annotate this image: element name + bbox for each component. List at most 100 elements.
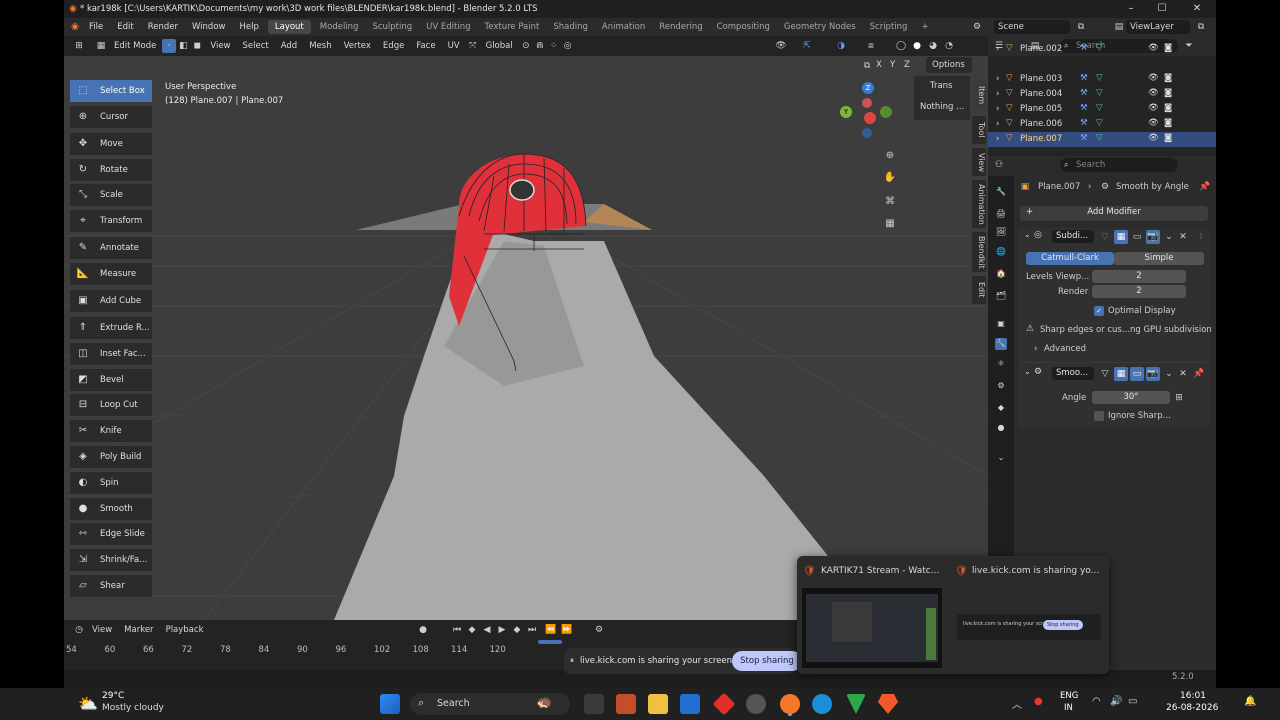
optimal-display-checkbox[interactable]: ✓ bbox=[1094, 306, 1104, 316]
expand-chevron-icon[interactable]: › bbox=[996, 119, 999, 129]
side-tab-item[interactable]: Item bbox=[972, 80, 986, 110]
timeline-marker-menu[interactable]: Marker bbox=[118, 620, 159, 640]
blender-menu-icon[interactable]: ◉ bbox=[68, 20, 82, 34]
timeline-playback-menu[interactable]: Playback bbox=[160, 620, 210, 640]
stop-sharing-button[interactable]: Stop sharing bbox=[732, 651, 802, 671]
mode-dropdown[interactable]: Edit Mode bbox=[108, 36, 162, 56]
tab-shading[interactable]: Shading bbox=[546, 18, 595, 36]
tab-uv-editing[interactable]: UV Editing bbox=[419, 18, 477, 36]
grid-view-icon[interactable]: ▦ bbox=[882, 216, 898, 232]
maximize-button[interactable]: ☐ bbox=[1147, 0, 1177, 18]
next-marker-icon[interactable]: ⏩ bbox=[560, 623, 574, 637]
render-camera-icon[interactable]: ◙ bbox=[1164, 73, 1172, 83]
tab-texture-paint[interactable]: Texture Paint bbox=[478, 18, 547, 36]
physics-tab-icon[interactable]: ⚙ bbox=[995, 380, 1007, 392]
blender-taskbar-icon[interactable] bbox=[780, 694, 800, 714]
levels-viewport-field[interactable]: 2 bbox=[1092, 270, 1186, 283]
modifier-tab-icon[interactable]: 🔧 bbox=[995, 338, 1007, 350]
outliner-row[interactable]: › ▽ Plane.005 ⚒ ▽ 👁 ◙ bbox=[988, 102, 1216, 117]
expand-chevron-icon[interactable]: › bbox=[996, 89, 999, 99]
play-reverse-icon[interactable]: ◀ bbox=[480, 623, 494, 637]
task-view-icon[interactable] bbox=[584, 694, 604, 714]
weather-temperature[interactable]: 29°C bbox=[102, 691, 124, 701]
tab-sculpting[interactable]: Sculpting bbox=[365, 18, 419, 36]
new-view-layer-icon[interactable]: ⧉ bbox=[1194, 20, 1208, 34]
render-levels-field[interactable]: 2 bbox=[1092, 285, 1186, 298]
wireframe-shading-icon[interactable]: ◯ bbox=[894, 39, 908, 53]
side-tab-tool[interactable]: Tool bbox=[972, 116, 986, 144]
menu-view[interactable]: View bbox=[204, 36, 236, 56]
timeline-editor-icon[interactable]: ◷ bbox=[72, 623, 86, 637]
notifications-icon[interactable]: 🔔 bbox=[1244, 696, 1256, 707]
ignore-sharp-checkbox[interactable] bbox=[1094, 411, 1104, 421]
visibility-eye-icon[interactable]: 👁 bbox=[1148, 73, 1159, 83]
tool-smooth[interactable]: ● Smooth bbox=[70, 497, 152, 520]
tool-edge-slide[interactable]: ⇿ Edge Slide bbox=[70, 523, 152, 546]
smooth-name-field[interactable]: Smoo... bbox=[1052, 367, 1094, 380]
snap-icon[interactable]: ⋒ bbox=[533, 39, 547, 53]
view-layer-selector[interactable]: ViewLayer bbox=[1126, 20, 1190, 34]
properties-editor-icon[interactable]: ⚇ bbox=[992, 158, 1006, 172]
vertex-select-icon[interactable]: ⋅ bbox=[162, 39, 177, 53]
smooth-cage-icon[interactable]: ▦ bbox=[1114, 367, 1128, 381]
pivot-point-icon[interactable]: ⊙ bbox=[519, 39, 533, 53]
mesh-data-icon[interactable]: ▽ bbox=[1096, 73, 1103, 83]
jump-end-icon[interactable]: ⏭ bbox=[525, 623, 539, 637]
menu-mesh[interactable]: Mesh bbox=[303, 36, 337, 56]
tray-chevron-icon[interactable]: ︿ bbox=[1012, 696, 1022, 711]
transform-orientation-dropdown[interactable]: Global bbox=[480, 36, 519, 56]
tool-cursor[interactable]: ⊕ Cursor bbox=[70, 105, 152, 128]
volume-icon[interactable]: 🔊 bbox=[1110, 696, 1122, 707]
modifier-wrench-icon[interactable]: ⚒ bbox=[1080, 118, 1088, 128]
tool-add-cube[interactable]: ▣ Add Cube bbox=[70, 289, 152, 312]
gizmo-icon[interactable]: ⇱ bbox=[800, 39, 814, 53]
edit-mode-toggle-icon[interactable]: ▽ bbox=[1098, 230, 1112, 244]
solid-shading-icon[interactable]: ● bbox=[910, 39, 924, 53]
y-negative-axis-icon[interactable] bbox=[862, 98, 872, 108]
tool-spin[interactable]: ◐ Spin bbox=[70, 471, 152, 494]
wifi-icon[interactable]: ◠ bbox=[1092, 696, 1101, 707]
editor-type-icon[interactable]: ⊞ bbox=[72, 39, 86, 53]
render-tab-icon[interactable]: 🖨 bbox=[995, 208, 1007, 220]
preview-thumbnail-1[interactable] bbox=[802, 588, 942, 668]
tool-loop-cut[interactable]: ⊟ Loop Cut bbox=[70, 394, 152, 417]
weather-icon[interactable]: ⛅ bbox=[78, 694, 98, 713]
tool-knife[interactable]: ✂ Knife bbox=[70, 420, 152, 443]
simple-button[interactable]: Simple bbox=[1114, 252, 1204, 265]
menu-select[interactable]: Select bbox=[237, 36, 275, 56]
modifier-wrench-icon[interactable]: ⚒ bbox=[1080, 88, 1088, 98]
render-camera-icon[interactable]: ◙ bbox=[1164, 103, 1172, 113]
constraints-tab-icon[interactable]: ◆ bbox=[995, 402, 1007, 414]
mesh-data-icon[interactable]: ▽ bbox=[1096, 133, 1103, 143]
prev-marker-icon[interactable]: ⏪ bbox=[544, 623, 558, 637]
subdivision-name-field[interactable]: Subdi... bbox=[1052, 230, 1094, 243]
mesh-data-icon[interactable]: ▽ bbox=[1096, 43, 1103, 53]
clock-time[interactable]: 16:01 bbox=[1180, 691, 1206, 701]
menu-add[interactable]: Add bbox=[275, 36, 303, 56]
collapse-chevron-icon[interactable]: ⌄ bbox=[1024, 230, 1031, 239]
render-toggle-icon[interactable]: 📷 bbox=[1146, 230, 1160, 244]
tool-rotate[interactable]: ↻ Rotate bbox=[70, 158, 152, 181]
render-camera-icon[interactable]: ◙ bbox=[1164, 133, 1172, 143]
catmull-clark-button[interactable]: Catmull-Clark bbox=[1026, 252, 1114, 265]
y-axis-icon[interactable]: Y bbox=[840, 106, 852, 118]
axis-y-toggle[interactable]: Y bbox=[890, 60, 895, 70]
side-tab-blendkit[interactable]: Blendkit bbox=[972, 232, 986, 272]
tool-measure[interactable]: 📐 Measure bbox=[70, 262, 152, 285]
brave-browser-icon[interactable] bbox=[878, 694, 898, 714]
camera-view-icon[interactable]: ⌘ bbox=[882, 194, 898, 210]
menu-render[interactable]: Render bbox=[141, 18, 185, 36]
edge-browser-icon[interactable] bbox=[812, 694, 832, 714]
tool-bevel[interactable]: ◩ Bevel bbox=[70, 368, 152, 391]
x-negative-axis-icon[interactable] bbox=[880, 106, 892, 118]
side-tab-view[interactable]: View bbox=[972, 148, 986, 176]
smooth-remove-icon[interactable]: ✕ bbox=[1176, 367, 1190, 381]
tool-move[interactable]: ✥ Move bbox=[70, 132, 152, 155]
menu-edit[interactable]: Edit bbox=[110, 18, 140, 36]
smooth-render-icon[interactable]: 📷 bbox=[1146, 367, 1160, 381]
outliner-row[interactable]: › ▽ Plane.006 ⚒ ▽ 👁 ◙ bbox=[988, 117, 1216, 132]
axis-x-toggle[interactable]: X bbox=[876, 60, 882, 70]
add-workspace-button[interactable]: + bbox=[914, 18, 935, 36]
next-keyframe-icon[interactable]: ◆ bbox=[510, 623, 524, 637]
particles-tab-icon[interactable]: ⚛ bbox=[995, 358, 1007, 370]
